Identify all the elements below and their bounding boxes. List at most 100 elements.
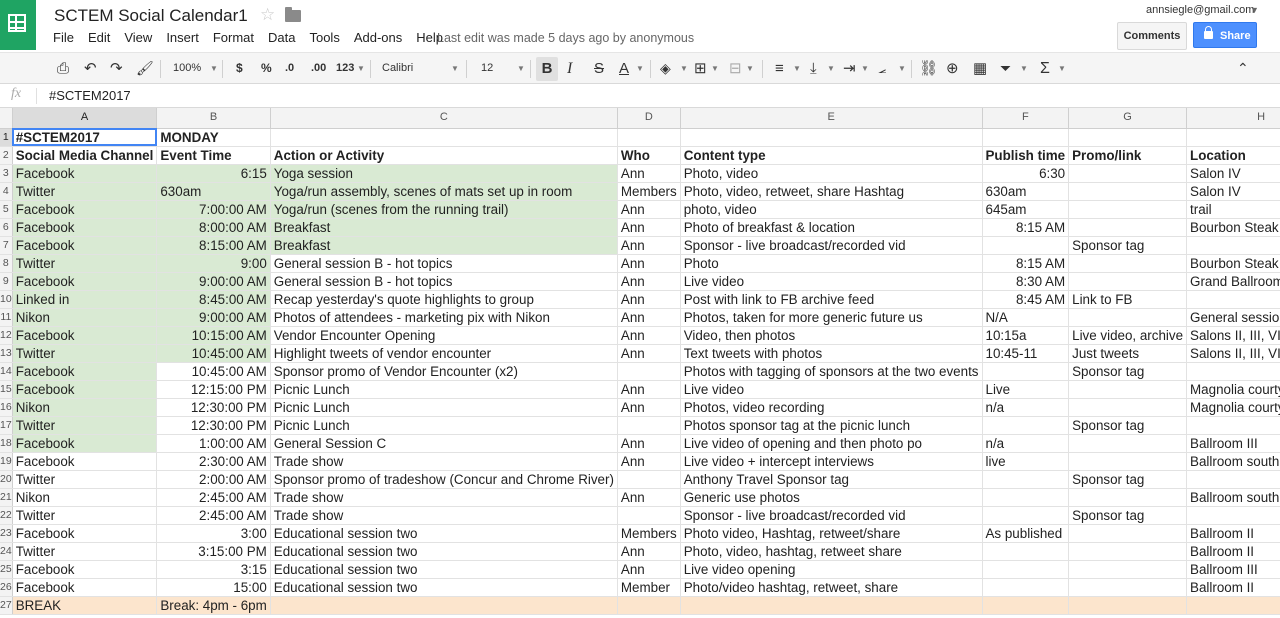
row-header[interactable]: 6 <box>0 218 13 237</box>
cell-h27[interactable] <box>1186 596 1280 615</box>
cell-c17[interactable]: Picnic Lunch <box>270 416 618 435</box>
paint-format-icon[interactable]: 🖌 <box>136 53 154 85</box>
cell-d24[interactable]: Ann <box>617 542 681 561</box>
cell-g6[interactable] <box>1068 218 1188 237</box>
cell-a3[interactable]: Facebook <box>12 164 158 183</box>
cell-a4[interactable]: Twitter <box>12 182 158 201</box>
cell-h9[interactable]: Grand Ballroom III <box>1186 272 1280 291</box>
cell-a18[interactable]: Facebook <box>12 434 158 453</box>
cell-h21[interactable]: Ballroom south foyer <box>1186 488 1280 507</box>
cell-b10[interactable]: 8:45:00 AM <box>156 290 271 309</box>
cell-h19[interactable]: Ballroom south foyer <box>1186 452 1280 471</box>
row-header[interactable]: 9 <box>0 272 13 291</box>
cell-h8[interactable]: Bourbon Steak <box>1186 254 1280 273</box>
cell-f26[interactable] <box>982 578 1070 597</box>
text-rotation-icon[interactable]: ⦟ <box>878 53 886 85</box>
cell-f27[interactable] <box>982 596 1070 615</box>
cell-g19[interactable] <box>1068 452 1188 471</box>
row-header[interactable]: 18 <box>0 434 13 453</box>
menu-item-file[interactable]: File <box>46 30 81 48</box>
cell-f23[interactable]: As published <box>982 524 1070 543</box>
row-header[interactable]: 2 <box>0 146 13 165</box>
column-header-g[interactable]: G <box>1068 108 1188 129</box>
cell-b20[interactable]: 2:00:00 AM <box>156 470 271 489</box>
cell-h15[interactable]: Magnolia courtyard <box>1186 380 1280 399</box>
column-header-e[interactable]: E <box>680 108 983 129</box>
cell-b24[interactable]: 3:15:00 PM <box>156 542 271 561</box>
cell-h3[interactable]: Salon IV <box>1186 164 1280 183</box>
cell-g10[interactable]: Link to FB <box>1068 290 1188 309</box>
cell-d10[interactable]: Ann <box>617 290 681 309</box>
text-color-button[interactable]: A <box>619 53 629 85</box>
cell-f3[interactable]: 6:30 <box>982 164 1070 183</box>
cell-e24[interactable]: Photo, video, hashtag, retweet share <box>680 542 983 561</box>
zoom-select[interactable]: 100% <box>173 53 201 85</box>
cell-b15[interactable]: 12:15:00 PM <box>156 380 271 399</box>
cell-e13[interactable]: Text tweets with photos <box>680 344 983 363</box>
cell-b12[interactable]: 10:15:00 AM <box>156 326 271 345</box>
cell-g2[interactable]: Promo/link <box>1068 146 1188 165</box>
row-header[interactable]: 16 <box>0 398 13 417</box>
cell-e22[interactable]: Sponsor - live broadcast/recorded vid <box>680 506 983 525</box>
cell-d13[interactable]: Ann <box>617 344 681 363</box>
cell-e8[interactable]: Photo <box>680 254 983 273</box>
cell-g12[interactable]: Live video, archive <box>1068 326 1188 345</box>
font-size-select[interactable]: 12 <box>481 53 493 85</box>
cell-d12[interactable]: Ann <box>617 326 681 345</box>
cell-c6[interactable]: Breakfast <box>270 218 618 237</box>
cell-a22[interactable]: Twitter <box>12 506 158 525</box>
cell-a2[interactable]: Social Media Channel <box>12 146 158 165</box>
cell-c15[interactable]: Picnic Lunch <box>270 380 618 399</box>
currency-format-button[interactable]: $ <box>236 53 243 85</box>
cell-f21[interactable] <box>982 488 1070 507</box>
percent-format-button[interactable]: % <box>261 53 272 85</box>
cell-c24[interactable]: Educational session two <box>270 542 618 561</box>
cell-a16[interactable]: Nikon <box>12 398 158 417</box>
cell-g25[interactable] <box>1068 560 1188 579</box>
row-header[interactable]: 24 <box>0 542 13 561</box>
cell-g8[interactable] <box>1068 254 1188 273</box>
star-icon[interactable]: ☆ <box>260 5 275 25</box>
column-header-f[interactable]: F <box>982 108 1070 129</box>
cell-d8[interactable]: Ann <box>617 254 681 273</box>
cell-d26[interactable]: Member <box>617 578 681 597</box>
cell-d20[interactable] <box>617 470 681 489</box>
row-header[interactable]: 17 <box>0 416 13 435</box>
cell-f2[interactable]: Publish time <box>982 146 1070 165</box>
cell-e1[interactable] <box>680 128 983 147</box>
cell-g22[interactable]: Sponsor tag <box>1068 506 1188 525</box>
chevron-down-icon[interactable]: ▼ <box>827 53 835 85</box>
cell-e5[interactable]: photo, video <box>680 200 983 219</box>
cell-d6[interactable]: Ann <box>617 218 681 237</box>
cell-b11[interactable]: 9:00:00 AM <box>156 308 271 327</box>
font-select[interactable]: Calibri <box>382 53 413 85</box>
cell-c7[interactable]: Breakfast <box>270 236 618 255</box>
cell-a9[interactable]: Facebook <box>12 272 158 291</box>
cell-a23[interactable]: Facebook <box>12 524 158 543</box>
cell-a13[interactable]: Twitter <box>12 344 158 363</box>
chevron-down-icon[interactable]: ▼ <box>711 53 719 85</box>
borders-icon[interactable]: ⊞ <box>694 53 707 85</box>
cell-g18[interactable] <box>1068 434 1188 453</box>
cell-a12[interactable]: Facebook <box>12 326 158 345</box>
cell-g21[interactable] <box>1068 488 1188 507</box>
sheets-logo-icon[interactable] <box>0 0 36 50</box>
cell-h4[interactable]: Salon IV <box>1186 182 1280 201</box>
cell-e15[interactable]: Live video <box>680 380 983 399</box>
cell-a10[interactable]: Linked in <box>12 290 158 309</box>
cell-a5[interactable]: Facebook <box>12 200 158 219</box>
cell-a25[interactable]: Facebook <box>12 560 158 579</box>
cell-b7[interactable]: 8:15:00 AM <box>156 236 271 255</box>
cell-e25[interactable]: Live video opening <box>680 560 983 579</box>
cell-f24[interactable] <box>982 542 1070 561</box>
cell-e19[interactable]: Live video + intercept interviews <box>680 452 983 471</box>
merge-cells-icon[interactable]: ⊟ <box>729 53 742 85</box>
chevron-down-icon[interactable]: ▼ <box>1058 53 1066 85</box>
cell-c27[interactable] <box>270 596 618 615</box>
cell-g13[interactable]: Just tweets <box>1068 344 1188 363</box>
cell-d17[interactable] <box>617 416 681 435</box>
cell-b19[interactable]: 2:30:00 AM <box>156 452 271 471</box>
cell-b8[interactable]: 9:00 <box>156 254 271 273</box>
cell-c26[interactable]: Educational session two <box>270 578 618 597</box>
cell-e9[interactable]: Live video <box>680 272 983 291</box>
